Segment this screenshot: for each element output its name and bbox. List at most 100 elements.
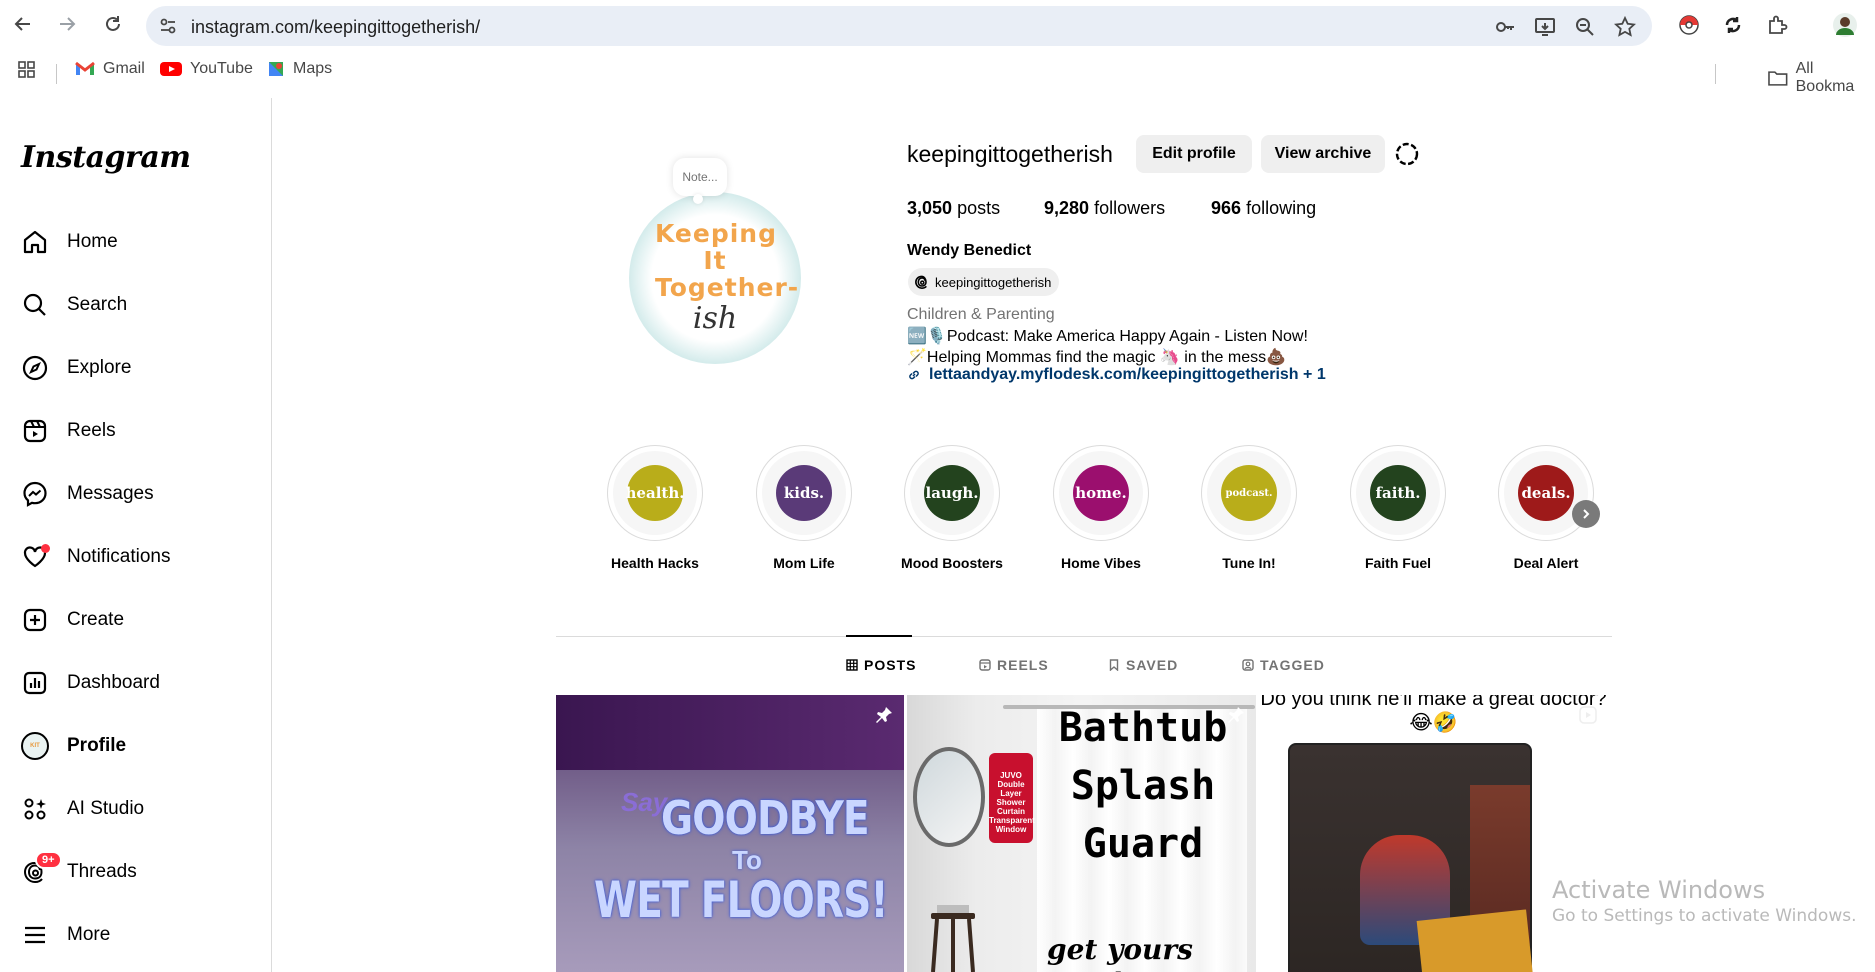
highlight-label: Faith Fuel (1364, 555, 1432, 571)
profile-category: Children & Parenting (907, 306, 1055, 323)
tab-tagged[interactable]: TAGGED (1242, 657, 1325, 673)
active-tab-indicator (846, 635, 912, 637)
zoom-icon[interactable] (1574, 16, 1596, 38)
profile-link[interactable]: lettaandyay.myflodesk.com/keepingittoget… (907, 366, 1326, 384)
mirror-image (913, 747, 985, 847)
tab-label: TAGGED (1260, 657, 1325, 673)
tab-saved[interactable]: SAVED (1108, 657, 1178, 673)
compass-icon (20, 353, 50, 383)
highlight-cover: kids. (776, 465, 832, 521)
back-button[interactable] (11, 12, 35, 36)
all-bookmarks[interactable]: All Bookma (1768, 60, 1875, 96)
home-icon (20, 227, 50, 257)
threads-badge: 9+ (35, 851, 62, 869)
profile-picture[interactable]: Keeping It Together- ish (629, 192, 801, 364)
url-text[interactable]: instagram.com/keepingittogetherish/ (191, 17, 480, 38)
notification-dot (41, 544, 50, 553)
tab-posts[interactable]: POSTS (846, 657, 916, 673)
highlight-item[interactable]: faith. Faith Fuel (1338, 445, 1458, 571)
post-text: get yours now! (1047, 933, 1193, 972)
product-tag: JUVO Double Layer Shower Curtain Transpa… (989, 753, 1035, 843)
apps-grid-icon[interactable] (17, 60, 37, 80)
all-bookmarks-label: All Bookma (1795, 60, 1855, 95)
extensions-puzzle-icon[interactable] (1765, 13, 1789, 37)
sidebar-item-profile[interactable]: KIT Profile (20, 726, 260, 766)
settings-gear-icon[interactable] (1393, 140, 1421, 168)
profile-avatar-icon: KIT (20, 731, 50, 761)
forward-arrow-icon (60, 17, 76, 31)
messenger-icon (20, 479, 50, 509)
highlight-item[interactable]: health. Health Hacks (595, 445, 715, 571)
post-text: GOODBYE (661, 791, 870, 845)
sidebar-item-more[interactable]: More (20, 915, 260, 955)
highlight-item[interactable]: home. Home Vibes (1041, 445, 1161, 571)
bookmark-maps-label: Maps (293, 60, 333, 77)
bookmark-youtube[interactable]: YouTube (160, 60, 253, 78)
highlight-label: Mom Life (773, 555, 835, 571)
tab-label: REELS (997, 657, 1049, 673)
bookmark-gmail[interactable]: Gmail (75, 60, 145, 78)
bookmark-star-icon[interactable] (1614, 16, 1636, 38)
highlight-cover: deals. (1518, 465, 1574, 521)
sync-extension-icon[interactable] (1721, 13, 1745, 37)
bio-line: 🪄Helping Mommas find the magic 🦄 in the … (907, 349, 1287, 366)
sidebar-item-home[interactable]: Home (20, 222, 260, 262)
highlight-item[interactable]: kids. Mom Life (744, 445, 864, 571)
reels-icon (20, 416, 50, 446)
profile-avatar-icon[interactable] (1833, 13, 1857, 37)
sidebar-item-explore[interactable]: Explore (20, 348, 260, 388)
search-icon (20, 290, 50, 320)
bookmark-maps[interactable]: Maps (267, 60, 332, 78)
sidebar-item-threads[interactable]: 9+ Threads (20, 851, 260, 892)
highlight-label: Tune In! (1222, 555, 1276, 571)
sidebar-item-label: More (67, 924, 111, 945)
reload-icon (106, 16, 120, 31)
sidebar-item-dashboard[interactable]: Dashboard (20, 663, 260, 703)
avatar-logo-text: Keeping It Together- (655, 219, 800, 302)
plus-square-icon (20, 605, 50, 635)
sidebar-item-label: Notifications (67, 546, 171, 567)
sidebar-item-label: Dashboard (67, 672, 160, 693)
address-bar[interactable]: instagram.com/keepingittogetherish/ (146, 6, 1652, 46)
sidebar-item-notifications[interactable]: Notifications (20, 537, 260, 577)
sidebar-item-create[interactable]: Create (20, 600, 260, 640)
sidebar-item-label: Threads (67, 861, 137, 882)
reload-button[interactable] (101, 12, 125, 36)
profile-username: keepingittogetherish (907, 141, 1113, 167)
browser-toolbar: instagram.com/keepingittogetherish/ (0, 0, 1875, 50)
site-settings-icon[interactable] (158, 16, 178, 36)
password-key-icon[interactable] (1494, 16, 1516, 38)
sidebar-item-label: Search (67, 294, 128, 315)
sidebar-item-messages[interactable]: Messages (20, 474, 260, 514)
install-app-icon[interactable] (1534, 16, 1556, 38)
note-bubble[interactable]: Note... (673, 158, 727, 204)
post-thumbnail[interactable]: Do you think he'll make a great doctor? … (1259, 695, 1608, 972)
sidebar-item-reels[interactable]: Reels (20, 411, 260, 451)
activate-windows-title: Activate Windows (1552, 876, 1766, 904)
tab-reels[interactable]: REELS (979, 657, 1049, 673)
post-thumbnail[interactable]: JUVO Double Layer Shower Curtain Transpa… (907, 695, 1256, 972)
sidebar-item-label: Reels (67, 420, 116, 441)
back-arrow-icon (14, 17, 30, 31)
sidebar-item-ai-studio[interactable]: AI Studio (20, 789, 260, 829)
tab-label: SAVED (1126, 657, 1179, 673)
highlight-item[interactable]: laugh. Mood Boosters (892, 445, 1012, 571)
highlight-item[interactable]: podcast. Tune In! (1189, 445, 1309, 571)
followers-count[interactable]: 9,280 followers (1044, 198, 1165, 219)
post-thumbnail[interactable]: Say GOODBYE To WET FLOORS! (556, 695, 904, 972)
post-text: Bathtub (1058, 705, 1228, 751)
chevron-right-icon (1583, 509, 1590, 519)
edit-profile-button[interactable]: Edit profile (1136, 135, 1252, 173)
following-count[interactable]: 966 following (1211, 198, 1316, 219)
sidebar-item-label: Explore (67, 357, 132, 378)
threads-link[interactable]: keepingittogetherish (908, 268, 1060, 296)
instagram-logo[interactable]: Instagram (21, 140, 191, 175)
pinned-icon (1226, 705, 1246, 725)
sidebar-item-label: Create (67, 609, 125, 630)
view-archive-button[interactable]: View archive (1261, 135, 1385, 173)
forward-button[interactable] (55, 12, 79, 36)
pokeball-extension-icon[interactable] (1677, 13, 1701, 37)
bookmark-youtube-label: YouTube (190, 60, 253, 77)
sidebar-item-search[interactable]: Search (20, 285, 260, 325)
highlights-next-button[interactable] (1572, 500, 1600, 528)
